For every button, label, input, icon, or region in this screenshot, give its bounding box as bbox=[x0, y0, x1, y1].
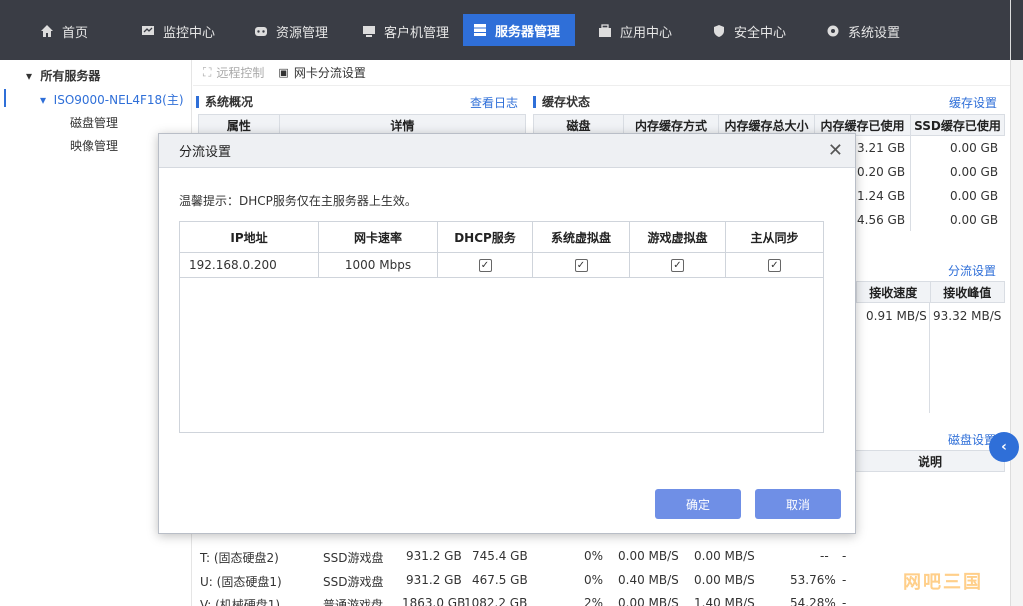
col-speed: 网卡速率 bbox=[319, 222, 438, 252]
nav-security[interactable]: 安全中心 bbox=[712, 14, 786, 48]
sys-vdisk-checkbox[interactable]: ✓ bbox=[574, 258, 588, 272]
nic-table-header: IP地址 网卡速率 DHCP服务 系统虚拟盘 游戏虚拟盘 主从同步 bbox=[180, 222, 823, 253]
col-game-vdisk: 游戏虚拟盘 bbox=[630, 222, 726, 252]
home-icon bbox=[41, 25, 53, 37]
nav-label: 系统设置 bbox=[848, 25, 901, 41]
dhcp-checkbox-cell: ✓ bbox=[438, 253, 533, 277]
col-sync: 主从同步 bbox=[750, 230, 799, 245]
nav-home[interactable]: 首页 bbox=[40, 14, 88, 48]
dialog-title: 分流设置 bbox=[179, 145, 232, 160]
app-icon bbox=[599, 24, 611, 37]
dialog-header: 分流设置 ✕ bbox=[159, 134, 855, 168]
sys-vdisk-checkbox-cell: ✓ bbox=[533, 253, 630, 277]
nav-server[interactable]: 服务器管理 bbox=[463, 14, 575, 46]
client-icon bbox=[363, 26, 375, 37]
nav-settings[interactable]: 系统设置 bbox=[826, 14, 900, 48]
cancel-button[interactable]: 取消 bbox=[755, 489, 841, 519]
ok-button[interactable]: 确定 bbox=[655, 489, 741, 519]
nav-resource[interactable]: 资源管理 bbox=[254, 14, 328, 48]
col-ip: IP地址 bbox=[180, 222, 319, 252]
nav-monitor[interactable]: 监控中心 bbox=[141, 14, 215, 48]
top-nav: 首页 监控中心 资源管理 客户机管理 服务器管理 应用中心 安全中心 系统设置 bbox=[0, 0, 1010, 60]
nav-label: 客户机管理 bbox=[384, 25, 450, 41]
nav-label: 监控中心 bbox=[163, 25, 216, 41]
nav-app[interactable]: 应用中心 bbox=[598, 14, 672, 48]
dhcp-checkbox[interactable]: ✓ bbox=[478, 258, 492, 272]
right-panel-edge bbox=[1010, 0, 1023, 606]
game-vdisk-checkbox-cell: ✓ bbox=[630, 253, 726, 277]
shield-icon bbox=[714, 25, 724, 37]
nav-client[interactable]: 客户机管理 bbox=[362, 14, 449, 48]
nav-label: 应用中心 bbox=[620, 25, 673, 41]
nav-label: 安全中心 bbox=[734, 25, 787, 41]
split-settings-dialog: 分流设置 ✕ 温馨提示：DHCP服务仅在主服务器上生效。 IP地址 网卡速率 D… bbox=[158, 133, 856, 534]
nav-label: 服务器管理 bbox=[495, 24, 561, 40]
col-sys-vdisk: 系统虚拟盘 bbox=[533, 222, 630, 252]
nav-label: 首页 bbox=[62, 25, 89, 41]
speed-value: 1000 Mbps bbox=[319, 253, 438, 277]
resource-icon bbox=[255, 27, 267, 36]
ip-value: 192.168.0.200 bbox=[180, 253, 319, 277]
col-dhcp: DHCP服务 bbox=[438, 222, 533, 252]
sync-checkbox[interactable]: ✓ bbox=[768, 258, 781, 272]
sync-checkbox-cell: ✓ bbox=[726, 253, 823, 277]
game-vdisk-checkbox[interactable]: ✓ bbox=[671, 258, 684, 272]
table-row[interactable]: 192.168.0.200 1000 Mbps ✓ ✓ ✓ ✓ bbox=[180, 253, 823, 278]
gear-icon bbox=[827, 25, 839, 37]
server-icon bbox=[474, 24, 486, 36]
dialog-hint: 温馨提示：DHCP服务仅在主服务器上生效。 bbox=[179, 194, 417, 208]
nav-label: 资源管理 bbox=[276, 25, 329, 41]
close-icon[interactable]: ✕ bbox=[828, 141, 843, 160]
nic-table: IP地址 网卡速率 DHCP服务 系统虚拟盘 游戏虚拟盘 主从同步 192.16… bbox=[179, 221, 824, 433]
monitor-icon bbox=[142, 26, 154, 35]
